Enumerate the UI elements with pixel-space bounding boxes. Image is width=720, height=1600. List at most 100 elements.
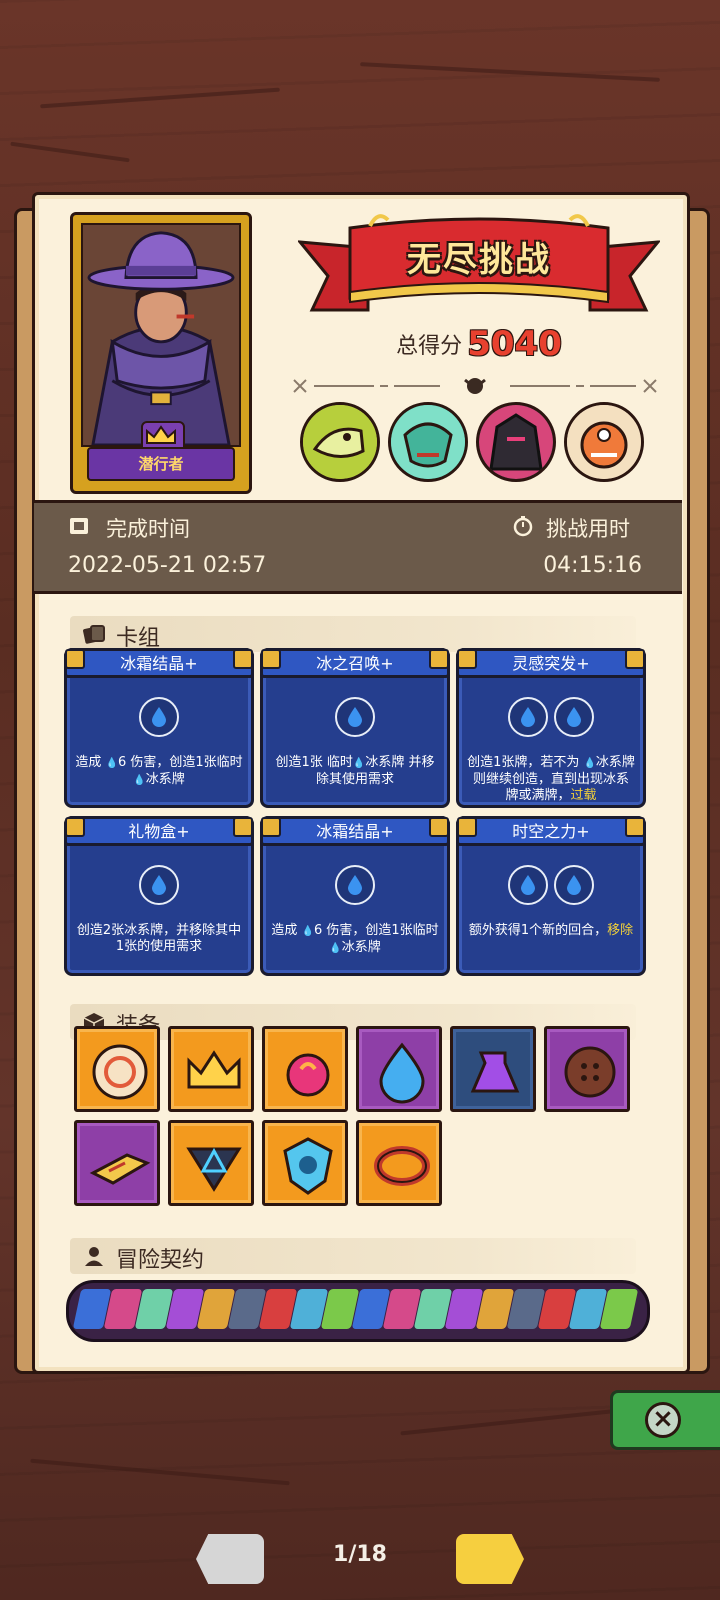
description-text: 创造1张牌，若不为 [467, 755, 584, 770]
boss-troll-shaman-icon [388, 402, 468, 482]
keyword-highlight: 移除 [607, 923, 634, 938]
description-text: 造成 [271, 923, 302, 938]
deck-card[interactable]: 时空之力+ 额外获得1个新的回合，移除 [456, 816, 646, 976]
card-title: 冰霜结晶+ [120, 654, 198, 673]
card-cost [67, 697, 251, 741]
card-cost [67, 865, 251, 909]
boss-divider [293, 378, 657, 394]
duration-label: 挑战用时 [546, 517, 630, 541]
card-description: 创造1张牌，若不为 💧冰系牌则继续创造，直到出现冰系牌或满牌，过载 [467, 755, 635, 804]
water-drop-icon: 💧 [133, 775, 146, 786]
card-title: 灵感突发+ [512, 654, 590, 673]
description-text: 创造2张冰系牌，并移除其中1张的使用需求 [76, 923, 242, 954]
deck-card[interactable]: 礼物盒+ 创造2张冰系牌，并移除其中1张的使用需求 [64, 816, 254, 976]
water-drop-icon [554, 865, 594, 905]
mode-title: 无尽挑战 [407, 240, 551, 280]
description-text: 额外获得1个新的回合， [468, 923, 608, 938]
card-title: 时空之力+ [512, 822, 590, 841]
card-description: 额外获得1个新的回合，移除 [467, 923, 635, 939]
score-value: 5040 [467, 324, 562, 364]
boss-fire-mask-icon [564, 402, 644, 482]
card-title-bar: 冰霜结晶+ [260, 816, 450, 846]
equipment-slot[interactable] [262, 1120, 348, 1206]
water-drop-icon: 💧 [583, 758, 596, 769]
contract-strip[interactable] [66, 1280, 650, 1342]
contract-section-label: 冒险契约 [116, 1248, 205, 1273]
card-description: 造成 💧6 伤害，创造1张临时💧冰系牌 [271, 923, 439, 957]
equipment-slot[interactable] [356, 1120, 442, 1206]
keyword-highlight: 过载 [570, 788, 597, 803]
card-title-bar: 灵感突发+ [456, 648, 646, 678]
mode-ribbon: 无尽挑战 [296, 214, 662, 330]
potion-jug-icon [470, 1051, 520, 1093]
card-title: 冰霜结晶+ [316, 822, 394, 841]
water-drop-icon [508, 865, 548, 905]
deck-card[interactable]: 冰之召唤+ 创造1张 临时💧冰系牌 并移除其使用需求 [260, 648, 450, 808]
hero-character-art [83, 225, 239, 445]
water-drop-icon [139, 865, 179, 905]
water-drop-icon [139, 697, 179, 737]
complete-time-label: 完成时间 [106, 517, 190, 541]
hero-name: 潜行者 [87, 447, 235, 481]
person-icon [85, 1247, 103, 1266]
card-title-bar: 冰之召唤+ [260, 648, 450, 678]
description-text: 冰系牌 [145, 772, 185, 787]
ice-shield-gem-icon [283, 1137, 333, 1195]
boss-dark-knight-icon [476, 402, 556, 482]
card-cost [263, 697, 447, 741]
boss-bone-dragon-icon [300, 402, 380, 482]
fire-orb-icon [286, 1053, 330, 1097]
card-title: 冰之召唤+ [316, 654, 394, 673]
contract-section-header: 冒险契约 [70, 1238, 636, 1274]
duration-value: 04:15:16 [543, 553, 642, 578]
card-cost [459, 697, 643, 741]
equipment-slot[interactable] [74, 1026, 160, 1112]
card-title: 礼物盒+ [128, 822, 190, 841]
card-title-bar: 冰霜结晶+ [64, 648, 254, 678]
card-cost [263, 865, 447, 909]
deck-card[interactable]: 冰霜结晶+ 造成 💧6 伤害，创造1张临时💧冰系牌 [64, 648, 254, 808]
card-title-bar: 礼物盒+ [64, 816, 254, 846]
water-drop-icon: 💧 [329, 943, 342, 954]
card-description: 创造2张冰系牌，并移除其中1张的使用需求 [75, 923, 243, 955]
film-icon [70, 518, 88, 534]
water-drop-icon [554, 697, 594, 737]
deck-card[interactable]: 冰霜结晶+ 造成 💧6 伤害，创造1张临时💧冰系牌 [260, 816, 450, 976]
sun-medallion-icon [92, 1044, 148, 1100]
description-text: 6 伤害，创造1张临时 [313, 923, 439, 938]
stopwatch-icon [513, 516, 533, 537]
page-indicator: 1/18 [333, 1542, 387, 1567]
equipment-slot[interactable] [544, 1026, 630, 1112]
water-drop-icon: 💧 [105, 758, 118, 769]
equipment-slot[interactable] [168, 1026, 254, 1112]
water-drop-icon [508, 697, 548, 737]
description-text: 创造1张 临时 [275, 755, 353, 770]
hexagram-amulet-icon [186, 1147, 242, 1192]
card-description: 造成 💧6 伤害，创造1张临时💧冰系牌 [75, 755, 243, 789]
equipment-slot[interactable] [262, 1026, 348, 1112]
next-page-button[interactable] [456, 1534, 524, 1584]
card-cost [459, 865, 643, 909]
complete-time-value: 2022-05-21 02:57 [68, 553, 267, 578]
equipment-slot[interactable] [356, 1026, 442, 1112]
equipment-slot[interactable] [450, 1026, 536, 1112]
card-description: 创造1张 临时💧冰系牌 并移除其使用需求 [271, 755, 439, 788]
description-text: 冰系牌 [341, 940, 381, 955]
description-text: 造成 [75, 755, 106, 770]
water-drop-icon [335, 865, 375, 905]
equipment-slot[interactable] [168, 1120, 254, 1206]
golden-crown-icon [187, 1050, 241, 1089]
card-title-bar: 时空之力+ [456, 816, 646, 846]
cards-icon [83, 625, 105, 644]
water-drop-icon [335, 697, 375, 737]
score-label: 总得分 [396, 334, 463, 359]
spell-book-icon [89, 1153, 151, 1185]
deck-card[interactable]: 灵感突发+ 创造1张牌，若不为 💧冰系牌则继续创造，直到出现冰系牌或满牌，过载 [456, 648, 646, 808]
prev-page-button[interactable] [196, 1534, 264, 1584]
equipment-slot[interactable] [74, 1120, 160, 1206]
description-text: 6 伤害，创造1张临时 [117, 755, 243, 770]
close-icon: × [645, 1402, 681, 1438]
close-button[interactable]: × [610, 1390, 720, 1450]
hero-portrait-card: 潜行者 [70, 212, 252, 494]
time-band: 完成时间 2022-05-21 02:57 挑战用时 04:15:16 [34, 500, 682, 594]
